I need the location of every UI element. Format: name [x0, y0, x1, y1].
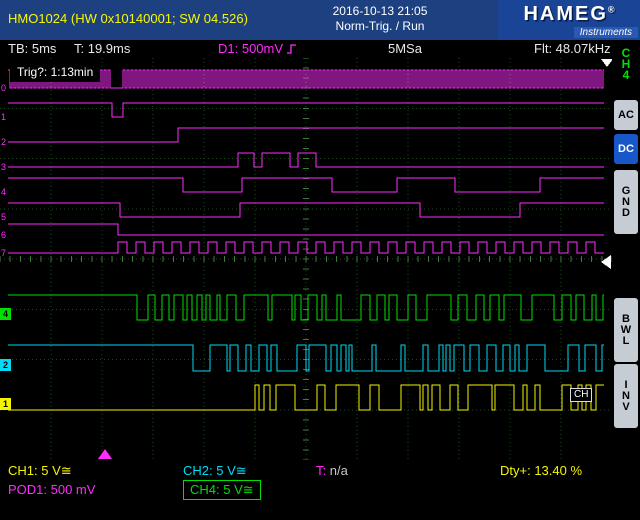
trigger-readout-label: T: [316, 463, 326, 478]
header-status-block: 2016-10-13 21:05 Norm-Trig. / Run [290, 4, 470, 34]
softkey-menu: C H 4 AC DC G N D B W L I N V [612, 40, 640, 460]
trigger-readout-value: n/a [330, 463, 348, 478]
pod-d2-label: 2 [1, 137, 6, 147]
info-bar: TB: 5ms T: 19.9ms D1: 500mV 5MSa Flt: 48… [0, 40, 612, 58]
brand-text: HAMEG [523, 3, 607, 25]
brand-subtitle: Instruments [574, 27, 638, 38]
bandwidth-limit-button[interactable]: B W L [614, 298, 638, 362]
filter-readout: Flt: 48.07kHz [534, 41, 611, 56]
oscilloscope-screen: HMO1024 (HW 0x10140001; SW 04.526) 2016-… [0, 0, 640, 520]
coupling-dc-button[interactable]: DC [614, 134, 638, 164]
pod1-readout: POD1: 500 mV [8, 482, 95, 497]
trigger-info-label: Trig?: 1:13min [10, 62, 100, 82]
trigger-source-readout: D1: 500mV [218, 41, 297, 56]
pod-d5-label: 5 [1, 212, 6, 222]
registered-mark: ® [608, 4, 615, 14]
trigger-time-readout: T: 19.9ms [74, 41, 130, 56]
invert-button[interactable]: I N V [614, 364, 638, 428]
scope-grid-and-traces: 0 1 2 3 4 5 6 7 4 2 1 [0, 58, 612, 460]
pod-d6 [8, 224, 604, 235]
hameg-logo: HAMEG® Instruments [498, 0, 640, 40]
pod-d7-label: 7 [1, 248, 6, 258]
waveform-display: 0 1 2 3 4 5 6 7 4 2 1 Trig?: 1:13min CH [0, 58, 612, 460]
datetime: 2016-10-13 21:05 [290, 4, 470, 19]
ch2-readout: CH2: 5 V≅ [183, 463, 247, 479]
status-bar: CH1: 5 V≅ CH2: 5 V≅ T: n/a Dty+: 13.40 %… [0, 460, 640, 520]
trigger-mode-status: Norm-Trig. / Run [290, 19, 470, 34]
pod-d4-label: 4 [1, 187, 6, 197]
trigger-readout: T: n/a [316, 463, 348, 478]
coupling-ac-button[interactable]: AC [614, 100, 638, 130]
ch4-readout: CH4: 5 V≅ [183, 480, 261, 500]
pod-d6-label: 6 [1, 230, 6, 240]
pod-d1-label: 1 [1, 112, 6, 122]
coupling-gnd-button[interactable]: G N D [614, 170, 638, 234]
ch1-readout: CH1: 5 V≅ [8, 463, 72, 479]
duty-cycle-readout: Dty+: 13.40 % [500, 463, 582, 478]
device-info: HMO1024 (HW 0x10140001; SW 04.526) [8, 11, 248, 26]
header-bar: HMO1024 (HW 0x10140001; SW 04.526) 2016-… [0, 0, 640, 40]
channel-overlay-label: CH [570, 388, 592, 402]
pod-d3-label: 3 [1, 162, 6, 172]
pod-d3 [8, 153, 604, 167]
brand-name: HAMEG® [498, 3, 640, 26]
ch2-trace-label: 2 [3, 360, 8, 370]
rising-edge-icon [286, 42, 297, 55]
ch4-trace-label: 4 [3, 309, 8, 319]
pod-d7 [8, 242, 604, 253]
pod-d0-label: 0 [1, 83, 6, 93]
sample-rate-readout: 5MSa [388, 41, 422, 56]
trigger-source-text: D1: 500mV [218, 41, 283, 56]
top-reference-marker [601, 59, 612, 67]
menu-channel-title: C H 4 [614, 48, 638, 81]
ch1-trace-label: 1 [3, 399, 8, 409]
timebase-readout: TB: 5ms [8, 41, 56, 56]
trigger-position-marker [98, 449, 112, 459]
ch2-trace [8, 345, 604, 371]
trigger-level-marker [601, 255, 611, 269]
pod-d4 [8, 178, 604, 192]
